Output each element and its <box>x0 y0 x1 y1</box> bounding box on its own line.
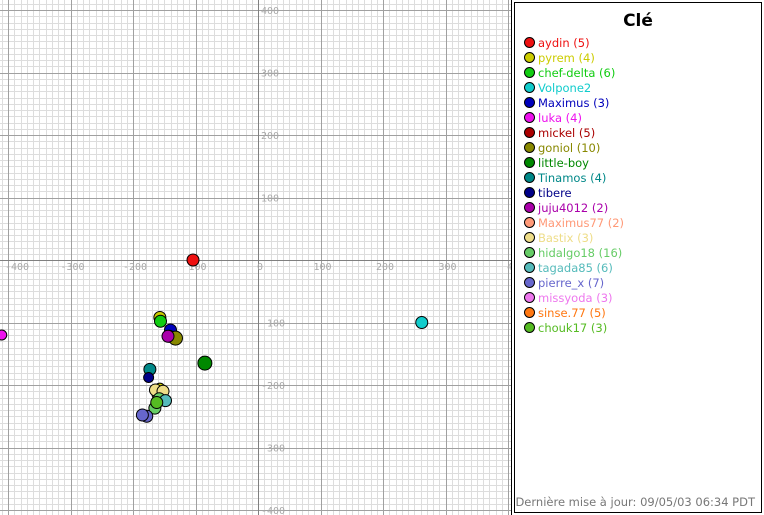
legend-marker-icon <box>524 112 535 123</box>
legend-item: Maximus77 (2) <box>524 216 624 231</box>
legend-item: chouk17 (3) <box>524 321 624 336</box>
legend-marker-icon <box>524 307 535 318</box>
legend-item: Volpone2 <box>524 81 624 96</box>
legend-item: tagada85 (6) <box>524 261 624 276</box>
data-point <box>135 408 149 422</box>
legend-label: aydin (5) <box>538 36 590 50</box>
legend-item: juju4012 (2) <box>524 201 624 216</box>
legend-marker-icon <box>524 217 535 228</box>
data-point <box>186 253 200 267</box>
legend-label: pyrem (4) <box>538 51 595 65</box>
legend-item: goniol (10) <box>524 141 624 156</box>
data-point <box>415 316 429 329</box>
legend-item: luka (4) <box>524 111 624 126</box>
legend-label: chouk17 (3) <box>538 321 608 335</box>
x-tick-label: 300 <box>438 262 456 273</box>
data-point <box>150 396 164 409</box>
legend-marker-icon <box>524 247 535 258</box>
legend-label: hidalgo18 (16) <box>538 246 623 260</box>
legend-label: chef-delta (6) <box>538 66 616 80</box>
legend-item: little-boy <box>524 156 624 171</box>
legend-marker-icon <box>524 82 535 93</box>
grid-major <box>0 0 512 515</box>
legend-list: aydin (5) pyrem (4) chef-delta (6) Volpone2… <box>524 36 624 336</box>
legend-item: Tinamos (4) <box>524 171 624 186</box>
x-tick-label: -200 <box>123 262 147 273</box>
data-point <box>143 372 155 383</box>
legend-item: missyoda (3) <box>524 291 624 306</box>
last-updated-text: Dernière mise à jour: 09/05/03 06:34 PDT <box>515 495 755 509</box>
chart-canvas: -400 -300 -200 100 0 100 200 300 4400300200100-1… <box>0 0 512 515</box>
legend-marker-icon <box>524 52 535 63</box>
legend-label: Volpone2 <box>538 81 592 95</box>
legend-label: tagada85 (6) <box>538 261 613 275</box>
legend-label: mickel (5) <box>538 126 596 140</box>
grid-minor <box>0 0 512 515</box>
legend-item: hidalgo18 (16) <box>524 246 624 261</box>
legend-label: tibere <box>538 186 572 200</box>
legend-marker-icon <box>524 157 535 168</box>
y-tick-label: -300 <box>261 444 285 455</box>
y-tick-label: 100 <box>261 194 279 205</box>
legend-marker-icon <box>524 277 535 288</box>
legend-marker-icon <box>524 202 535 213</box>
x-tick-label: 100 <box>313 262 331 273</box>
legend-label: Maximus (3) <box>538 96 610 110</box>
legend-marker-icon <box>524 262 535 273</box>
legend-label: Tinamos (4) <box>538 171 607 185</box>
legend-marker-icon <box>524 232 535 243</box>
legend-label: sinse.77 (5) <box>538 306 606 320</box>
y-tick-label: 400 <box>261 6 279 17</box>
y-tick-label: 300 <box>261 69 279 80</box>
y-tick-label: -100 <box>261 319 285 330</box>
legend-item: aydin (5) <box>524 36 624 51</box>
legend-item: pyrem (4) <box>524 51 624 66</box>
legend-title: Clé <box>623 11 653 31</box>
scatter-plot: -400 -300 -200 100 0 100 200 300 4 400 300 200 100 -1… <box>0 0 512 515</box>
legend-label: little-boy <box>538 156 589 170</box>
legend-marker-icon <box>524 97 535 108</box>
legend-panel: Clé aydin (5) pyrem (4) chef-delta (6) Volp… <box>514 2 762 513</box>
y-tick-label: 200 <box>261 131 279 142</box>
y-tick-label: -200 <box>261 381 285 392</box>
legend-marker-icon <box>524 172 535 183</box>
legend-item: mickel (5) <box>524 126 624 141</box>
y-tick-label: -400 <box>261 506 285 515</box>
legend-label: Maximus77 (2) <box>538 216 625 230</box>
legend-label: juju4012 (2) <box>538 201 609 215</box>
x-tick-label: -400 <box>5 262 29 273</box>
legend-marker-icon <box>524 37 535 48</box>
x-tick-label: -300 <box>60 262 84 273</box>
legend-marker-icon <box>524 127 535 138</box>
legend-item: sinse.77 (5) <box>524 306 624 321</box>
legend-item: pierre_x (7) <box>524 276 624 291</box>
legend-item: Bastix (3) <box>524 231 624 246</box>
legend-marker-icon <box>524 187 535 198</box>
legend-label: pierre_x (7) <box>538 276 605 290</box>
legend-marker-icon <box>524 322 535 333</box>
legend-item: chef-delta (6) <box>524 66 624 81</box>
legend-marker-icon <box>524 142 535 153</box>
x-tick-label: 0 <box>257 262 263 273</box>
legend-marker-icon <box>524 67 535 78</box>
legend-label: goniol (10) <box>538 141 601 155</box>
legend-label: luka (4) <box>538 111 582 125</box>
legend-label: missyoda (3) <box>538 291 613 305</box>
data-point <box>161 329 175 343</box>
data-point <box>197 355 213 371</box>
legend-item: tibere <box>524 186 624 201</box>
legend-item: Maximus (3) <box>524 96 624 111</box>
data-point <box>0 329 8 341</box>
data-point <box>154 314 167 328</box>
legend-marker-icon <box>524 292 535 303</box>
x-tick-label: 200 <box>376 262 394 273</box>
legend-label: Bastix (3) <box>538 231 594 245</box>
